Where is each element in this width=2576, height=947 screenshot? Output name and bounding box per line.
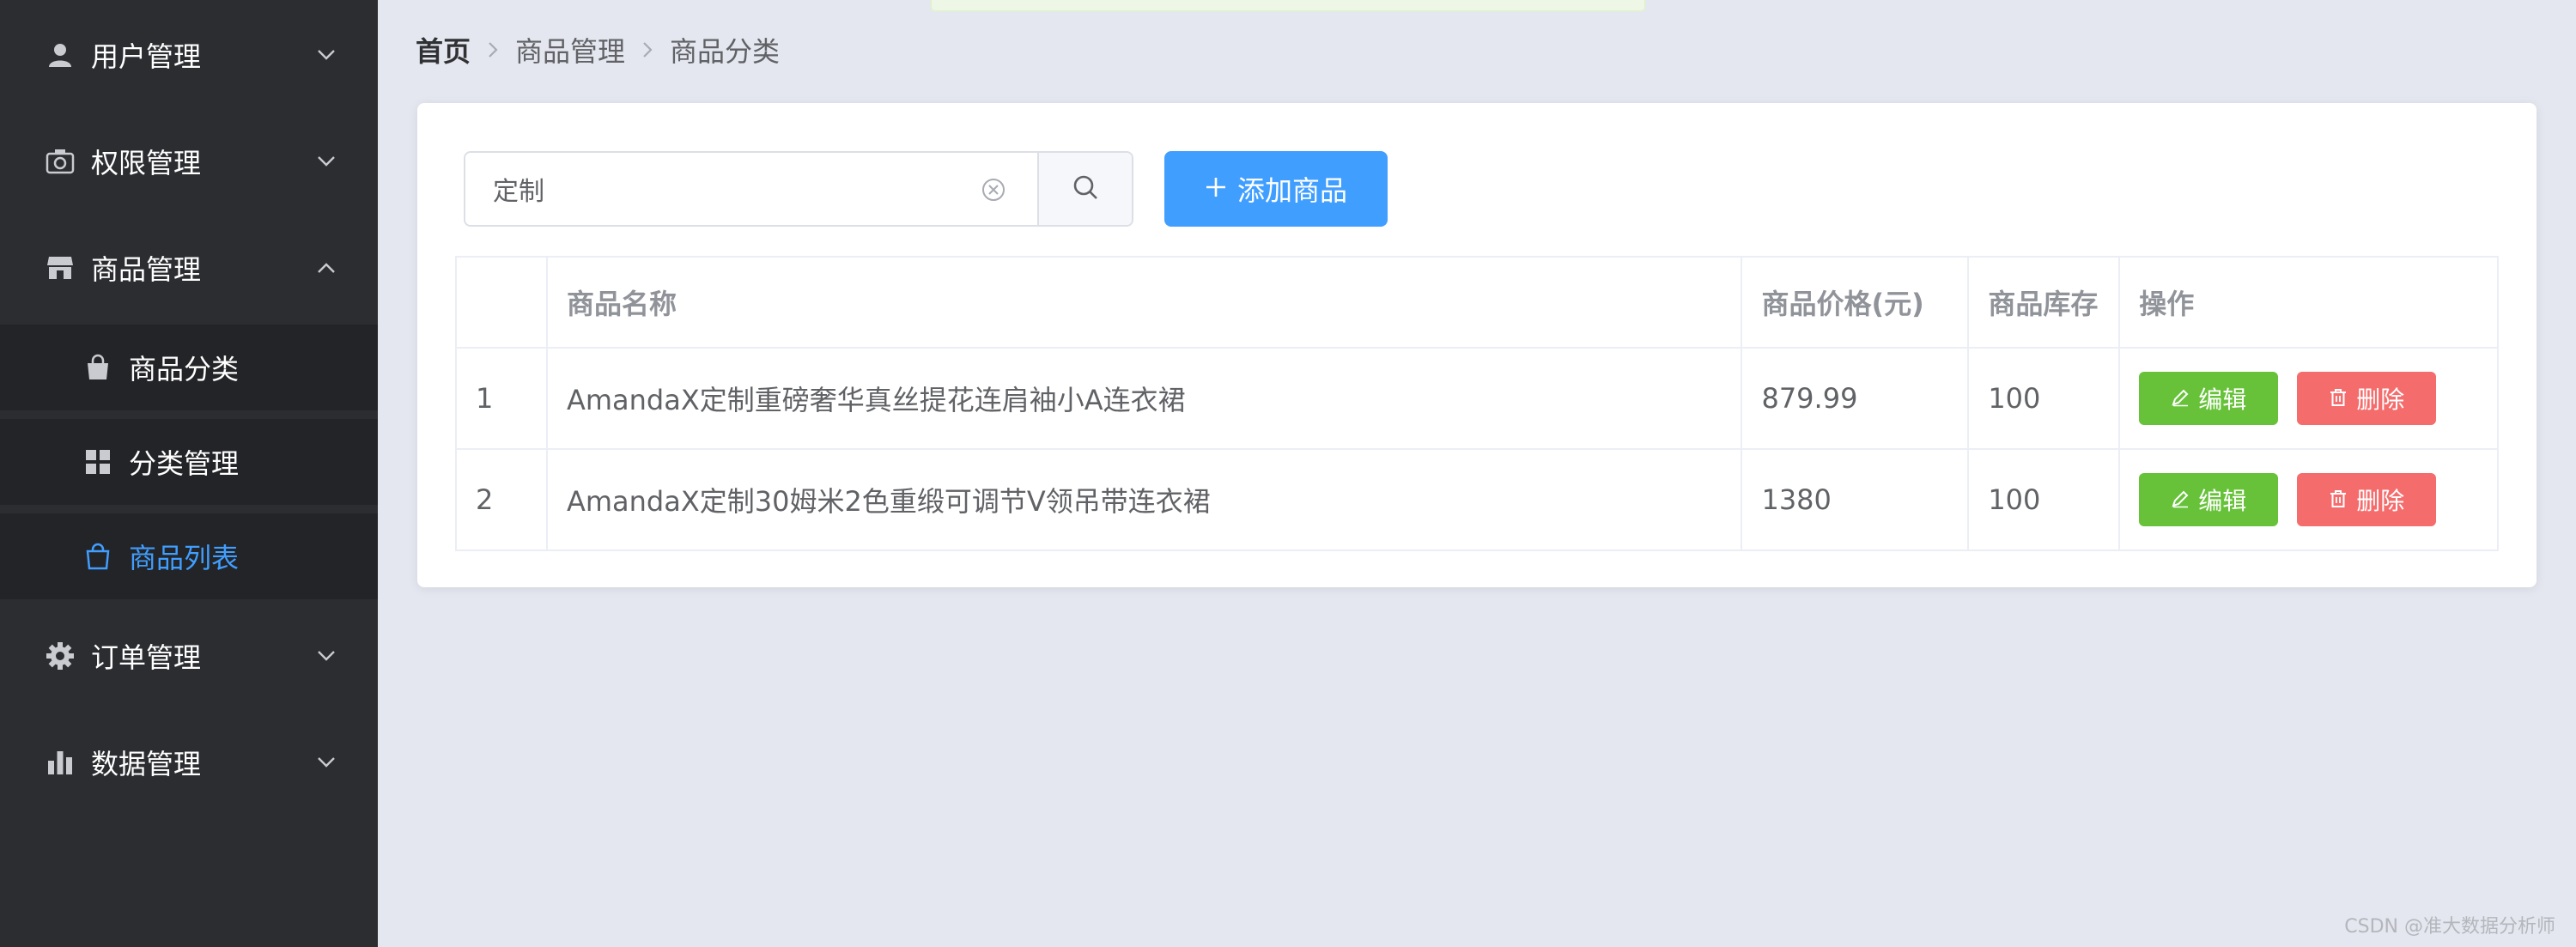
menu-label: 商品管理: [91, 253, 202, 286]
cell-name: AmandaX定制30姆米2色重缎可调节V领吊带连衣裙: [545, 448, 1743, 551]
goods-table: 商品名称 商品价格(元) 商品库存 操作 1 AmandaX定制重磅奢华真丝提花…: [455, 256, 2499, 551]
chevron-up-icon: [314, 256, 338, 280]
edit-icon: [2171, 486, 2190, 514]
delete-button[interactable]: 删除: [2297, 372, 2437, 425]
goods-card: 添加商品 商品名称 商品价格(元) 商品库存 操作 1 AmandaX定制重磅奢…: [417, 103, 2537, 587]
user-icon: [45, 39, 76, 70]
breadcrumb: 首页 商品管理 商品分类: [416, 31, 780, 69]
submenu-label: 分类管理: [129, 447, 240, 480]
menu-label: 用户管理: [91, 40, 202, 73]
cell-price: 879.99: [1741, 347, 1970, 450]
cell-index: 2: [455, 448, 548, 551]
menu-label: 订单管理: [91, 641, 202, 674]
delete-label: 删除: [2356, 487, 2405, 515]
header-name: 商品名称: [545, 256, 1743, 349]
chevron-right-icon: [625, 40, 670, 59]
chevron-down-icon: [314, 750, 338, 774]
table-header-row: 商品名称 商品价格(元) 商品库存 操作: [455, 256, 2499, 349]
table-row: 1 AmandaX定制重磅奢华真丝提花连肩袖小A连衣裙 879.99 100 编…: [455, 347, 2499, 450]
trash-icon: [2329, 486, 2348, 514]
cell-name: AmandaX定制重磅奢华真丝提花连肩袖小A连衣裙: [545, 347, 1743, 450]
chevron-down-icon: [314, 43, 338, 67]
search-group: [464, 151, 1133, 227]
sidebar: 用户管理 权限管理 商品管理 商品分类 分类管理 商品列表 订单管理 数据管理: [0, 0, 378, 947]
search-input[interactable]: [465, 153, 1037, 225]
add-goods-button[interactable]: 添加商品: [1164, 151, 1388, 227]
edit-icon: [2171, 385, 2190, 413]
menu-label: 权限管理: [91, 147, 202, 179]
submenu-label: 商品列表: [129, 542, 240, 574]
cell-operations: 编辑 删除: [2118, 347, 2499, 450]
bar-chart-icon: [45, 747, 76, 778]
chevron-down-icon: [314, 644, 338, 668]
menu-permission-management[interactable]: 权限管理: [0, 118, 378, 204]
submenu-category-management[interactable]: 分类管理: [0, 419, 378, 505]
delete-label: 删除: [2356, 385, 2405, 414]
edit-label: 编辑: [2198, 385, 2247, 414]
grid-icon: [82, 446, 113, 477]
header-stock: 商品库存: [1967, 256, 2121, 349]
delete-button[interactable]: 删除: [2297, 473, 2437, 526]
submenu-goods-category[interactable]: 商品分类: [0, 325, 378, 410]
menu-order-management[interactable]: 订单管理: [0, 613, 378, 699]
edit-button[interactable]: 编辑: [2139, 473, 2279, 526]
breadcrumb-goods-category: 商品分类: [670, 35, 781, 68]
camera-icon: [45, 146, 76, 177]
trash-icon: [2329, 385, 2348, 413]
header-operations: 操作: [2118, 256, 2499, 349]
menu-label: 数据管理: [91, 748, 202, 780]
menu-data-management[interactable]: 数据管理: [0, 719, 378, 805]
message-toast: [930, 0, 1646, 12]
gear-icon: [45, 640, 76, 671]
cell-stock: 100: [1967, 347, 2121, 450]
search-button[interactable]: [1037, 153, 1132, 225]
breadcrumb-home[interactable]: 首页: [416, 30, 471, 70]
submenu-label: 商品分类: [129, 353, 240, 385]
edit-label: 编辑: [2198, 487, 2247, 515]
header-price: 商品价格(元): [1741, 256, 1970, 349]
shop-icon: [45, 252, 76, 283]
search-icon: [1072, 173, 1099, 204]
menu-goods-management[interactable]: 商品管理: [0, 225, 378, 311]
watermark: CSDN @准大数据分析师: [2344, 916, 2555, 938]
breadcrumb-goods-management: 商品管理: [515, 35, 626, 68]
cell-price: 1380: [1741, 448, 1970, 551]
submenu-goods-list[interactable]: 商品列表: [0, 513, 378, 599]
header-index: [455, 256, 548, 349]
chevron-right-icon: [471, 40, 515, 59]
cell-index: 1: [455, 347, 548, 450]
chevron-down-icon: [314, 149, 338, 173]
bag-outline-icon: [82, 541, 113, 572]
plus-icon: [1205, 173, 1227, 205]
shopping-bag-icon: [82, 352, 113, 383]
add-goods-label: 添加商品: [1236, 174, 1347, 207]
cell-stock: 100: [1967, 448, 2121, 551]
clear-icon[interactable]: [981, 177, 1006, 203]
edit-button[interactable]: 编辑: [2139, 372, 2279, 425]
cell-operations: 编辑 删除: [2118, 448, 2499, 551]
menu-user-management[interactable]: 用户管理: [0, 12, 378, 98]
table-row: 2 AmandaX定制30姆米2色重缎可调节V领吊带连衣裙 1380 100 编…: [455, 448, 2499, 551]
